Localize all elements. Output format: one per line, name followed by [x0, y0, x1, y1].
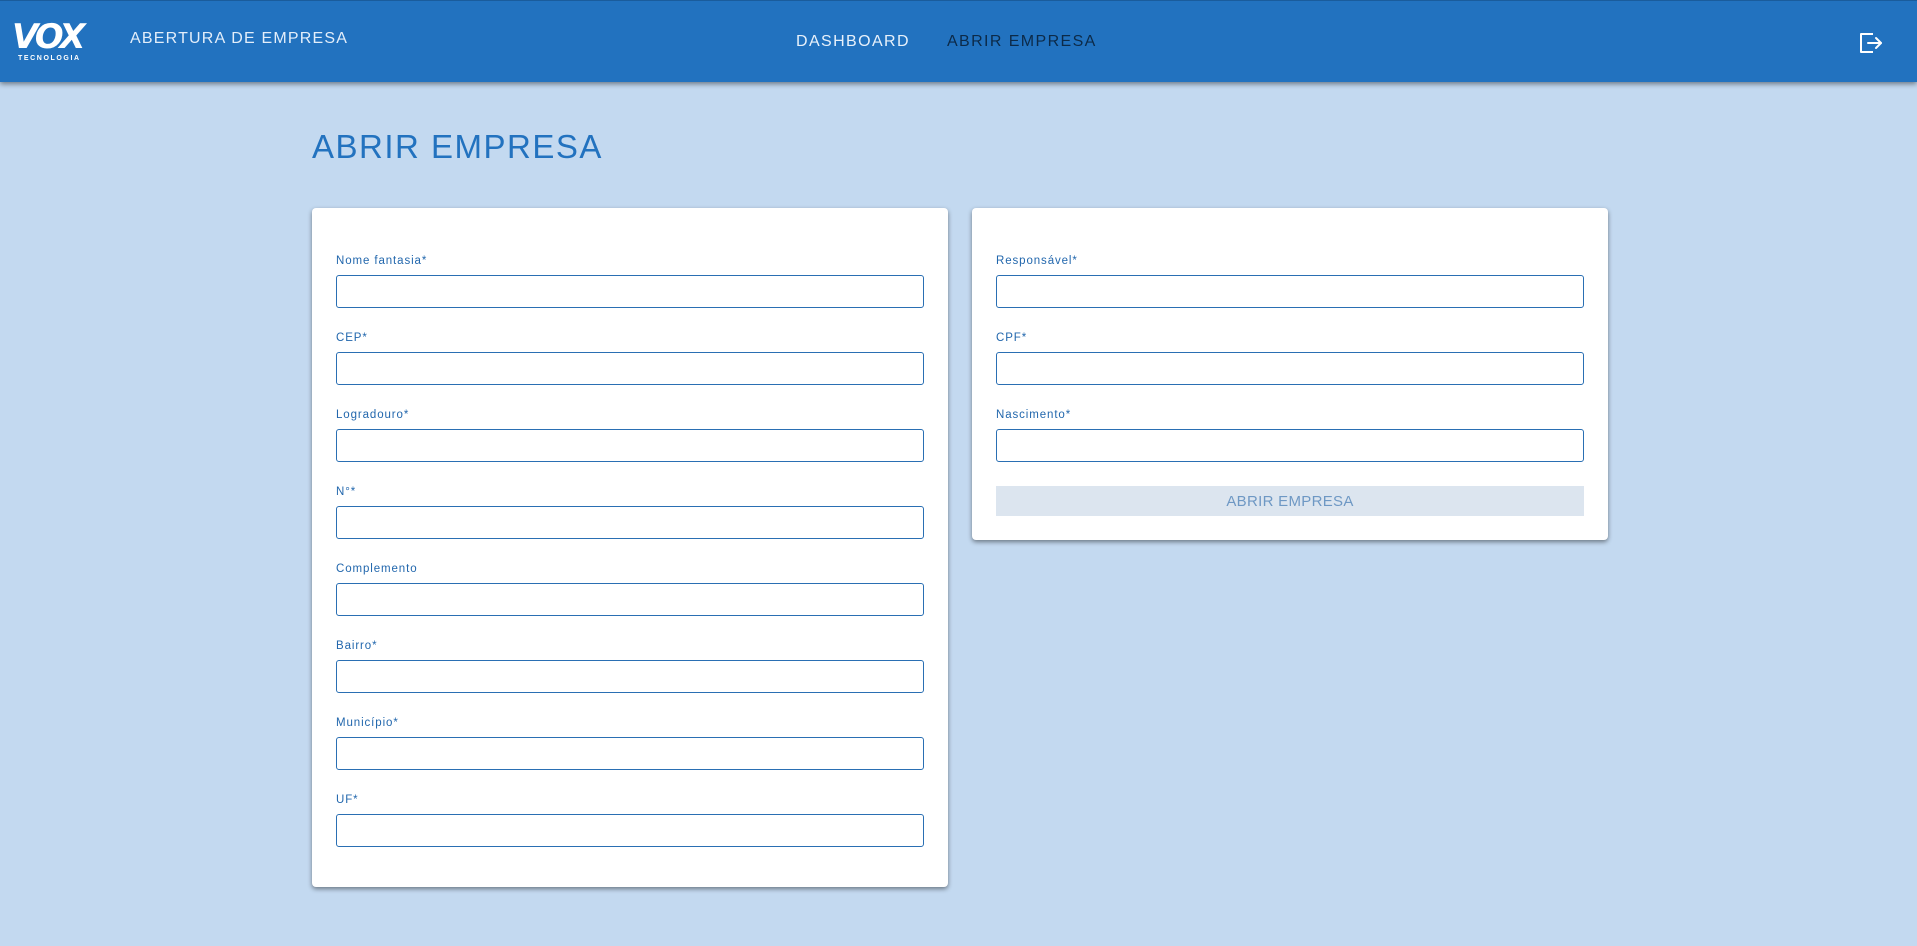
responsavel-label: Responsável* — [996, 255, 1078, 267]
field-bairro: Bairro* — [336, 639, 924, 693]
logradouro-label: Logradouro* — [336, 409, 410, 421]
field-responsavel: Responsável* — [996, 254, 1584, 308]
main-nav: DASHBOARD ABRIR EMPRESA — [796, 33, 1097, 51]
field-uf: UF* — [336, 793, 924, 847]
field-cpf: CPF* — [996, 331, 1584, 385]
logo-text: VOX — [12, 17, 86, 57]
uf-input[interactable] — [336, 814, 924, 847]
nome-fantasia-input[interactable] — [336, 275, 924, 308]
abrir-empresa-button[interactable]: ABRIR EMPRESA — [996, 486, 1584, 516]
field-municipio: Município* — [336, 716, 924, 770]
responsavel-input[interactable] — [996, 275, 1584, 308]
nav-abrir-empresa[interactable]: ABRIR EMPRESA — [947, 33, 1097, 51]
bairro-input[interactable] — [336, 660, 924, 693]
cpf-input[interactable] — [996, 352, 1584, 385]
complemento-label: Complemento — [336, 563, 418, 575]
uf-label: UF* — [336, 794, 359, 806]
nav-dashboard[interactable]: DASHBOARD — [796, 33, 910, 51]
field-nascimento: Nascimento* — [996, 408, 1584, 462]
numero-input[interactable] — [336, 506, 924, 539]
municipio-input[interactable] — [336, 737, 924, 770]
logradouro-input[interactable] — [336, 429, 924, 462]
field-nome-fantasia: Nome fantasia* — [336, 254, 924, 308]
nascimento-label: Nascimento* — [996, 409, 1072, 421]
field-numero: N°* — [336, 485, 924, 539]
complemento-input[interactable] — [336, 583, 924, 616]
responsible-form-card: Responsável* CPF* Nascimento* ABRIR EMPR… — [972, 208, 1608, 540]
municipio-label: Município* — [336, 717, 399, 729]
logo-subtext: TECNOLOGIA — [18, 55, 81, 62]
cep-label: CEP* — [336, 332, 368, 344]
cpf-label: CPF* — [996, 332, 1028, 344]
nascimento-input[interactable] — [996, 429, 1584, 462]
vox-logo[interactable]: VOX TECNOLOGIA — [12, 19, 90, 65]
logout-icon — [1860, 33, 1882, 53]
page-title: ABRIR EMPRESA — [312, 128, 603, 165]
bairro-label: Bairro* — [336, 640, 378, 652]
logout-button[interactable] — [1858, 31, 1884, 55]
numero-label: N°* — [336, 486, 357, 498]
top-app-bar: VOX TECNOLOGIA ABERTURA DE EMPRESA DASHB… — [0, 0, 1917, 82]
app-title: ABERTURA DE EMPRESA — [130, 30, 349, 47]
company-form-card: Nome fantasia* CEP* Logradouro* N°* Comp… — [312, 208, 948, 887]
field-cep: CEP* — [336, 331, 924, 385]
field-logradouro: Logradouro* — [336, 408, 924, 462]
field-complemento: Complemento — [336, 562, 924, 616]
nome-fantasia-label: Nome fantasia* — [336, 255, 428, 267]
cep-input[interactable] — [336, 352, 924, 385]
